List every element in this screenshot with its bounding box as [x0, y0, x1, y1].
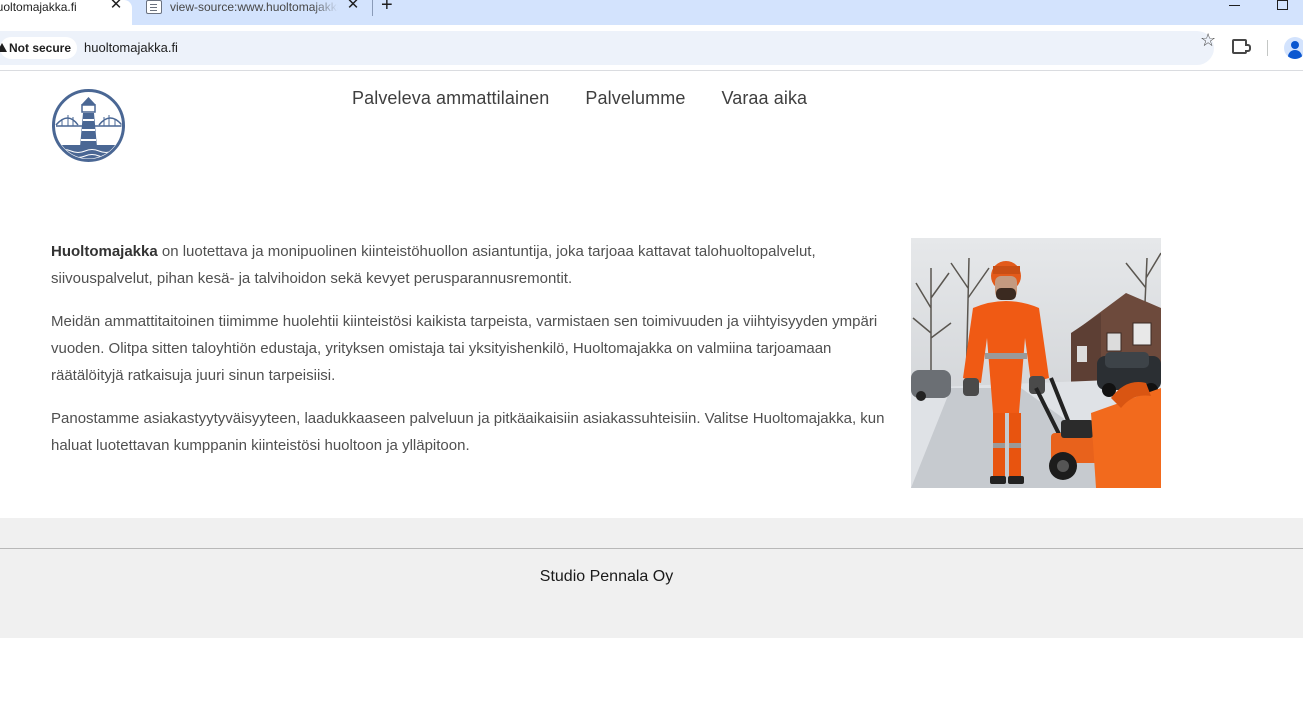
minimize-icon[interactable] — [1229, 5, 1240, 6]
tab-strip: huoltomajakka.fi ✕ view-source:www.huolt… — [0, 0, 1303, 25]
intro-text: Huoltomajakka on luotettava ja monipuoli… — [51, 238, 896, 475]
tab-active[interactable]: huoltomajakka.fi ✕ — [0, 0, 132, 25]
toolbar-separator — [1267, 40, 1268, 56]
site-footer: Studio Pennala Oy — [0, 518, 1303, 638]
footer-company: Studio Pennala Oy — [539, 568, 674, 585]
intro-paragraph-3: Panostamme asiakastyytyväisyyteen, laadu… — [51, 410, 885, 454]
tab-title: huoltomajakka.fi — [0, 0, 77, 14]
main-nav: Palveleva ammattilainen Palvelumme Varaa… — [352, 88, 807, 109]
page-favicon-icon — [146, 0, 162, 14]
nav-item-varaa-aika[interactable]: Varaa aika — [721, 88, 807, 109]
snowblower-worker-image — [911, 238, 1161, 488]
tab-separator — [372, 0, 373, 16]
warning-icon — [0, 43, 7, 52]
tab-title: view-source:www.huoltomajakka.fi — [170, 0, 338, 14]
tab-view-source[interactable]: view-source:www.huoltomajakka.fi ✕ — [140, 0, 372, 25]
intro-paragraph-1: Huoltomajakka on luotettava ja monipuoli… — [51, 243, 816, 287]
security-label: Not secure — [9, 41, 72, 55]
security-chip[interactable]: Not secure — [0, 37, 78, 59]
page: Palveleva ammattilainen Palvelumme Varaa… — [0, 72, 1303, 711]
close-icon[interactable]: ✕ — [345, 0, 361, 13]
person-icon[interactable] — [1284, 37, 1303, 59]
footer-divider — [0, 548, 1303, 549]
browser-toolbar: Not secure huoltomajakka.fi ☆ — [0, 25, 1303, 71]
address-bar[interactable]: Not secure huoltomajakka.fi — [0, 31, 1214, 65]
new-tab-plus-icon[interactable]: + — [381, 0, 393, 15]
star-icon[interactable]: ☆ — [1200, 30, 1216, 50]
intro-paragraph-2: Meidän ammattitaitoinen tiimimme huoleht… — [51, 313, 878, 384]
url-text[interactable]: huoltomajakka.fi — [84, 40, 178, 55]
brand-name: Huoltomajakka — [51, 243, 158, 260]
nav-item-palveleva-ammattilainen[interactable]: Palveleva ammattilainen — [352, 88, 549, 109]
puzzle-icon[interactable] — [1232, 39, 1251, 54]
close-icon[interactable]: ✕ — [108, 0, 124, 13]
lighthouse-logo-icon[interactable] — [52, 89, 125, 162]
nav-item-palvelumme[interactable]: Palvelumme — [585, 88, 685, 109]
maximize-icon[interactable] — [1277, 0, 1288, 10]
